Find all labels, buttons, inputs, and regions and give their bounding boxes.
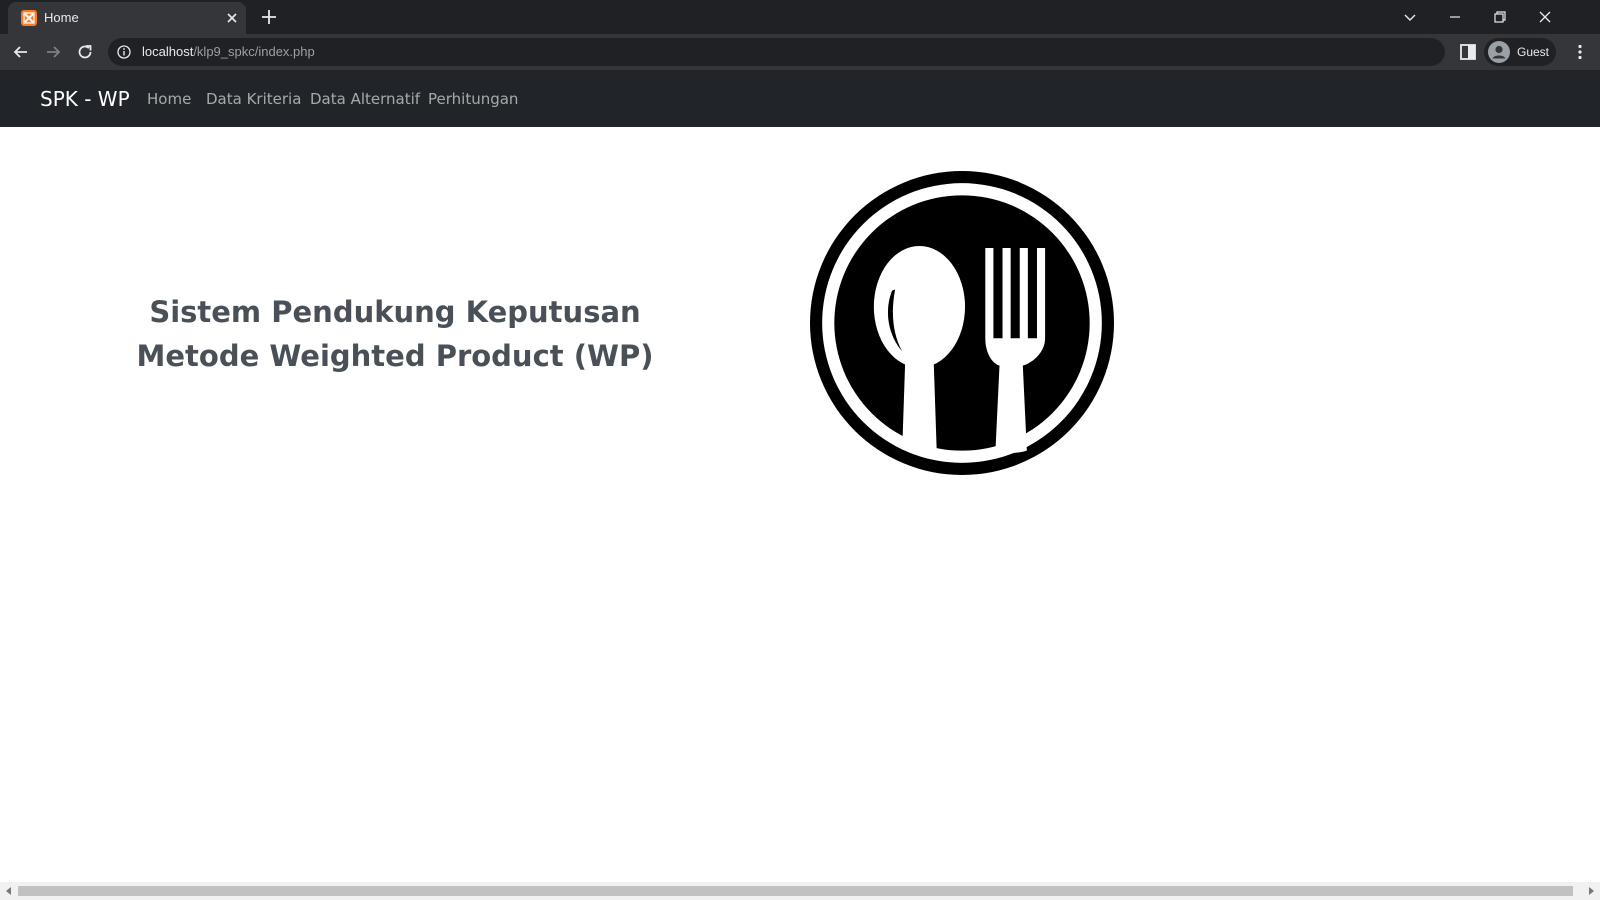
scroll-right-icon[interactable] <box>1586 886 1596 896</box>
info-icon[interactable] <box>117 45 131 59</box>
close-icon[interactable] <box>224 10 240 26</box>
nav-link-home[interactable]: Home <box>147 90 191 108</box>
forward-arrow-icon[interactable] <box>43 42 63 62</box>
xampp-favicon <box>21 10 37 26</box>
minimize-icon[interactable] <box>1444 6 1466 28</box>
hero-heading: Sistem Pendukung Keputusan Metode Weight… <box>120 290 670 378</box>
window-close-icon[interactable] <box>1534 6 1556 28</box>
url-text: localhost/klp9_spkc/index.php <box>142 44 315 59</box>
scrollbar-thumb[interactable] <box>18 886 1573 896</box>
browser-chrome: Home localhost/klp9_spkc/index.php Guest <box>0 0 1600 70</box>
tab-home[interactable]: Home <box>8 2 246 34</box>
url-path: /klp9_spkc/index.php <box>193 44 315 59</box>
site-navbar: SPK - WP Home Data Kriteria Data Alterna… <box>0 70 1600 127</box>
navbar-brand[interactable]: SPK - WP <box>40 87 130 111</box>
hero-line-1: Sistem Pendukung Keputusan <box>149 295 641 329</box>
nav-link-data-alternatif[interactable]: Data Alternatif <box>310 90 420 108</box>
restore-icon[interactable] <box>1489 6 1511 28</box>
account-icon <box>1488 41 1510 63</box>
nav-link-perhitungan[interactable]: Perhitungan <box>428 90 518 108</box>
tab-title: Home <box>44 10 79 25</box>
hero-line-2: Metode Weighted Product (WP) <box>136 339 654 373</box>
tab-strip: Home <box>0 0 1600 34</box>
browser-toolbar: localhost/klp9_spkc/index.php Guest <box>0 34 1600 70</box>
nav-link-data-kriteria[interactable]: Data Kriteria <box>206 90 301 108</box>
plate-spoon-fork-icon <box>810 171 1114 475</box>
chevron-down-icon[interactable] <box>1399 6 1421 28</box>
address-bar[interactable]: localhost/klp9_spkc/index.php <box>108 38 1445 66</box>
kebab-menu-icon[interactable] <box>1570 42 1590 62</box>
plus-icon[interactable] <box>260 8 278 26</box>
reload-icon[interactable] <box>75 42 95 62</box>
profile-label: Guest <box>1517 45 1550 59</box>
back-arrow-icon[interactable] <box>11 42 31 62</box>
side-panel-icon[interactable] <box>1459 43 1477 61</box>
horizontal-scrollbar[interactable] <box>0 882 1600 900</box>
scroll-left-icon[interactable] <box>4 886 14 896</box>
profile-button[interactable]: Guest <box>1484 38 1556 66</box>
url-host: localhost <box>142 44 194 59</box>
